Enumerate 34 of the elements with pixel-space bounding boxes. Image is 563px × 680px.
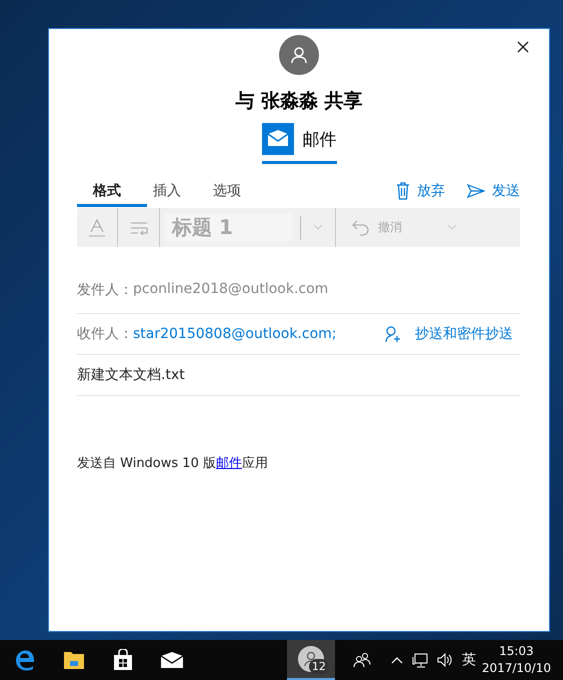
discard-button[interactable]: 放弃 <box>396 180 445 202</box>
undo-icon <box>352 220 370 236</box>
notification-count: 12 <box>308 659 329 674</box>
trash-icon <box>396 182 410 200</box>
language-indicator[interactable]: 英 <box>462 651 476 669</box>
shopping-bag-icon[interactable] <box>112 649 132 671</box>
from-label: 发件人： <box>77 281 133 299</box>
subject-field[interactable]: 新建文本文档.txt <box>77 366 185 384</box>
date-text: 2017/10/10 <box>482 660 551 677</box>
avatar <box>279 35 319 75</box>
send-icon <box>467 184 485 198</box>
clock[interactable]: 15:03 2017/10/10 <box>482 643 551 677</box>
time-text: 15:03 <box>499 643 534 660</box>
browser-e-icon[interactable] <box>14 649 36 671</box>
folder-icon[interactable] <box>62 650 84 670</box>
chevron-up-icon[interactable] <box>390 656 403 664</box>
app-tab[interactable]: 邮件 <box>262 123 336 164</box>
tab[interactable]: 格式 <box>77 178 137 204</box>
tab[interactable]: 选项 <box>197 178 257 204</box>
envelope-icon[interactable] <box>160 651 184 669</box>
tab[interactable]: 插入 <box>137 178 197 204</box>
mail-link[interactable]: 邮件 <box>216 456 242 471</box>
volume-icon[interactable] <box>436 653 453 667</box>
mail-icon <box>262 123 294 155</box>
people-icon[interactable] <box>352 652 371 668</box>
sender-address: pconline2018@outlook.com <box>133 281 328 297</box>
add-person-icon <box>385 326 401 342</box>
share-title: 与 张淼淼 共享 <box>235 89 363 113</box>
send-button[interactable]: 发送 <box>467 180 520 202</box>
to-label: 收件人： <box>77 325 133 343</box>
network-icon[interactable] <box>412 652 428 668</box>
cc-bcc-button[interactable]: 抄送和密件抄送 <box>385 325 513 343</box>
recipient-address[interactable]: star20150808@outlook.com; <box>133 326 336 342</box>
signature-text: 发送自 Windows 10 版邮件应用 <box>77 455 269 472</box>
